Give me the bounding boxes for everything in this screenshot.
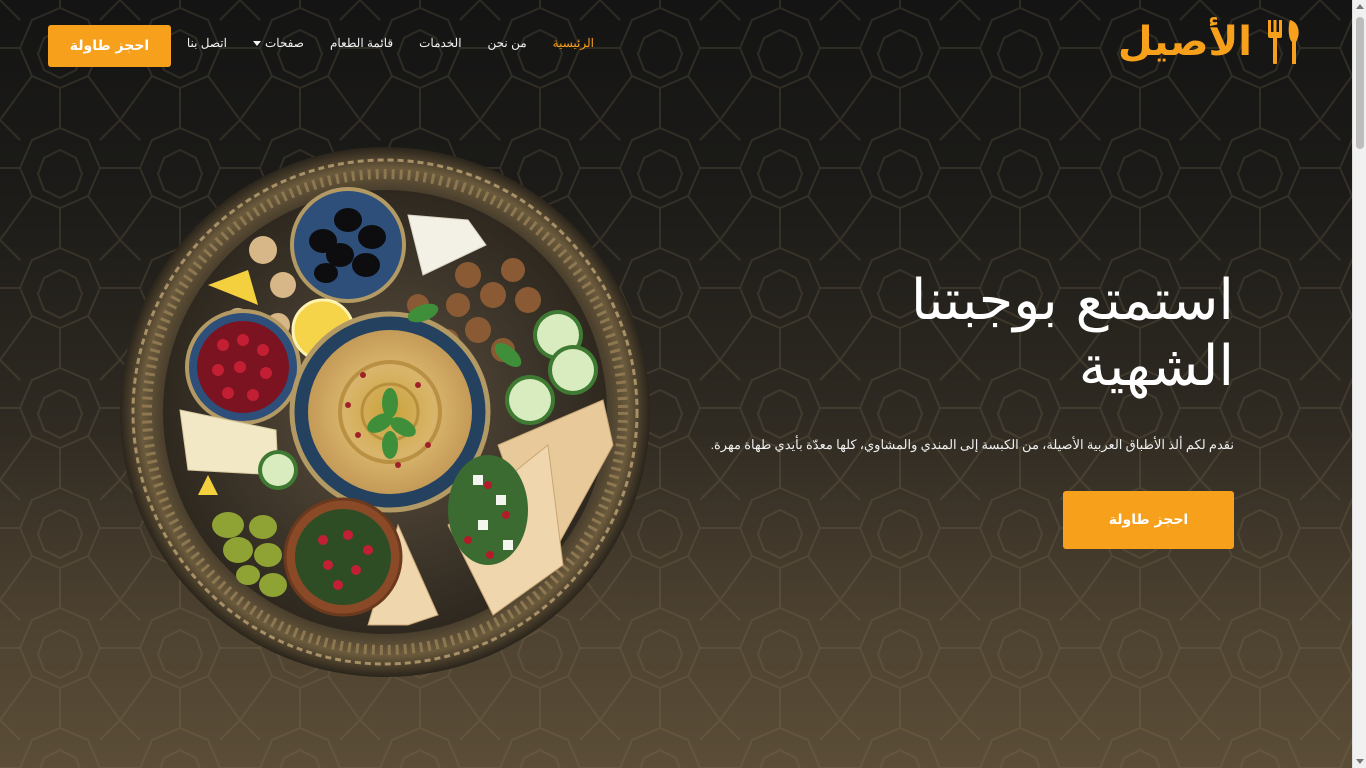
scroll-up-arrow-icon[interactable]	[1356, 4, 1364, 9]
nav-item-home[interactable]: الرئيسية	[553, 36, 594, 50]
scrollbar-thumb[interactable]	[1356, 17, 1364, 149]
main-nav: الرئيسية من نحن الخدمات قائمة الطعام صفح…	[187, 36, 594, 50]
hero-title: استمتع بوجبتنا الشهية	[714, 268, 1234, 400]
page-scrollbar[interactable]	[1352, 0, 1366, 768]
chevron-down-icon	[252, 41, 261, 46]
nav-item-contact[interactable]: اتصل بنا	[187, 36, 227, 50]
hero-subtitle: نقدم لكم ألذ الأطباق العربية الأصيلة، من…	[710, 437, 1234, 452]
mezze-platter-image	[120, 147, 650, 677]
nav-item-about[interactable]: من نحن	[488, 36, 527, 50]
nav-item-services[interactable]: الخدمات	[419, 36, 461, 50]
nav-item-pages-label: صفحات	[264, 36, 304, 50]
hero-title-line1: استمتع بوجبتنا	[910, 268, 1234, 333]
site-header: الأصيل الرئيسية من نحن الخدمات قائمة الط…	[0, 0, 1352, 92]
scroll-down-arrow-icon[interactable]	[1356, 759, 1364, 764]
fork-knife-icon	[1268, 20, 1299, 64]
nav-item-menu[interactable]: قائمة الطعام	[330, 36, 393, 50]
nav-item-pages[interactable]: صفحات	[252, 36, 304, 50]
header-book-table-button[interactable]: احجز طاولة	[48, 25, 171, 67]
brand-logo[interactable]: الأصيل	[1118, 14, 1304, 70]
brand-name: الأصيل	[1117, 19, 1252, 65]
hero-book-table-button[interactable]: احجز طاولة	[1063, 491, 1234, 549]
hero-title-line2: الشهية	[1078, 334, 1234, 400]
